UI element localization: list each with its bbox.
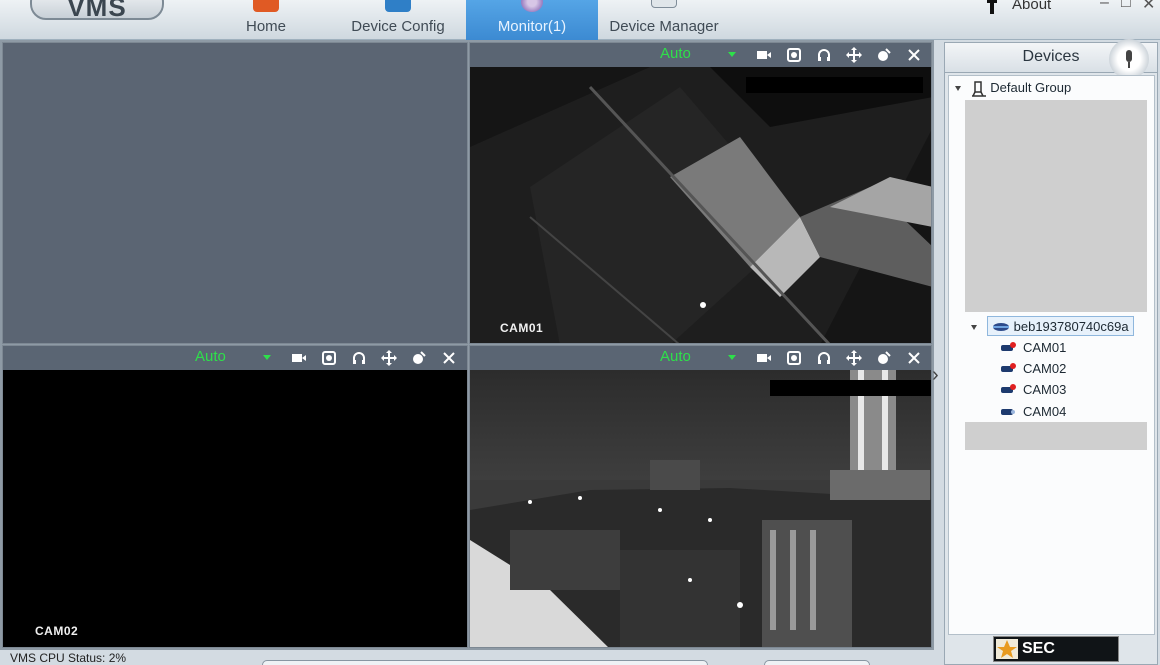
tree-device-label: beb193780740c69a	[1013, 319, 1129, 334]
about-button[interactable]: About	[984, 0, 1064, 16]
devices-title: Devices	[1022, 48, 1080, 65]
nav-monitor[interactable]: Monitor(1)	[466, 0, 598, 40]
device-manager-icon	[651, 0, 677, 8]
group-icon	[971, 80, 986, 97]
redaction-box	[770, 380, 931, 396]
maximize-button[interactable]: □	[1121, 0, 1131, 12]
status-field	[764, 660, 870, 665]
camera-icon	[1001, 342, 1016, 351]
status-bar: VMS CPU Status: 2%	[0, 650, 944, 665]
devices-panel-header: Devices	[945, 39, 1157, 79]
vms-app: VMS Home Device Config Monitor(1) Device…	[0, 0, 1160, 665]
expand-icon[interactable]	[955, 86, 961, 92]
video-view-bottom-left[interactable]: Auto CAM02	[2, 345, 468, 648]
quality-select[interactable]: Auto	[195, 348, 226, 365]
camera-overlay-label: CAM01	[500, 321, 544, 335]
watermark-label: SEC Consult	[1022, 640, 1082, 665]
tree-camera-item[interactable]: CAM01	[1001, 338, 1066, 358]
video-view-top-left[interactable]	[2, 42, 468, 344]
monitor-icon	[521, 0, 543, 12]
status-field	[262, 660, 708, 665]
nav-home-label: Home	[245, 18, 286, 35]
cpu-status: VMS CPU Status: 2%	[10, 651, 127, 665]
nav-home[interactable]: Home	[236, 0, 296, 40]
tree-group-label: Default Group	[990, 80, 1072, 95]
device-config-icon	[385, 0, 411, 12]
night-interior-feed	[470, 67, 931, 343]
tree-camera-item[interactable]: CAM02	[1001, 359, 1066, 379]
tree-group-default[interactable]: Default Group	[955, 78, 1071, 98]
devices-panel: Devices Default Group beb193780740c69a C…	[944, 39, 1158, 665]
star-icon	[996, 639, 1018, 659]
ptz-icon[interactable]	[846, 47, 862, 63]
close-window-button[interactable]: ✕	[1142, 0, 1155, 14]
video-toolbar: Auto	[3, 346, 467, 370]
nav-device-config-label: Device Config	[351, 18, 445, 35]
home-icon	[253, 0, 279, 12]
chevron-down-icon[interactable]	[728, 355, 736, 360]
camera-feed: CAM02	[3, 370, 467, 647]
nav-device-manager[interactable]: Device Manager	[602, 0, 726, 40]
video-toolbar: Auto	[470, 43, 931, 67]
camera-feed: CAM01	[470, 67, 931, 343]
microphone-icon[interactable]	[1109, 39, 1149, 79]
chevron-down-icon[interactable]	[728, 52, 736, 57]
close-icon[interactable]	[441, 350, 457, 366]
camera-overlay-label: CAM02	[35, 624, 79, 638]
quality-select[interactable]: Auto	[660, 348, 691, 365]
camera-icon	[1001, 384, 1016, 393]
camera-feed	[470, 370, 931, 647]
tree-camera-item[interactable]: CAM04	[1001, 402, 1066, 422]
snapshot-icon[interactable]	[786, 47, 802, 63]
about-label: About	[1012, 0, 1052, 13]
ptz-icon[interactable]	[381, 350, 397, 366]
close-icon[interactable]	[906, 47, 922, 63]
video-view-top-right[interactable]: Auto CAM01	[469, 42, 932, 344]
nav-monitor-label: Monitor(1)	[497, 18, 567, 35]
video-view-bottom-right[interactable]: Auto	[469, 345, 932, 648]
tree-device[interactable]: beb193780740c69a	[971, 316, 1153, 336]
top-nav-bar: VMS Home Device Config Monitor(1) Device…	[0, 0, 1160, 40]
snapshot-icon[interactable]	[321, 350, 337, 366]
tree-device-selected[interactable]: beb193780740c69a	[986, 316, 1134, 336]
group-placeholder	[965, 100, 1147, 312]
close-icon[interactable]	[906, 350, 922, 366]
redaction-box	[746, 77, 923, 93]
settings-icon[interactable]	[876, 350, 892, 366]
minimize-button[interactable]: –	[1100, 0, 1109, 12]
watermark-badge: SEC Consult	[993, 636, 1119, 665]
video-grid: Auto CAM01 Auto CAM02 Auto	[0, 40, 934, 650]
snapshot-icon[interactable]	[786, 350, 802, 366]
nav-device-config[interactable]: Device Config	[344, 0, 452, 40]
audio-icon[interactable]	[816, 47, 832, 63]
record-icon[interactable]	[756, 350, 772, 366]
tree-placeholder	[965, 422, 1147, 450]
device-icon	[992, 323, 1009, 331]
tree-camera-item[interactable]: CAM03	[1001, 380, 1066, 400]
device-tree: Default Group beb193780740c69a CAM01 CAM…	[948, 75, 1155, 635]
vms-logo: VMS	[30, 0, 164, 22]
expand-icon[interactable]	[971, 325, 977, 331]
quality-select[interactable]: Auto	[660, 45, 691, 62]
camera-icon	[1001, 363, 1016, 372]
collapse-panel-icon[interactable]: ›	[932, 365, 944, 387]
camera-icon	[1001, 409, 1015, 415]
ptz-icon[interactable]	[846, 350, 862, 366]
audio-icon[interactable]	[816, 350, 832, 366]
settings-icon[interactable]	[411, 350, 427, 366]
chevron-down-icon[interactable]	[263, 355, 271, 360]
nav-device-manager-label: Device Manager	[609, 18, 719, 35]
settings-icon[interactable]	[876, 47, 892, 63]
night-city-feed	[470, 370, 931, 647]
record-icon[interactable]	[756, 47, 772, 63]
audio-icon[interactable]	[351, 350, 367, 366]
video-toolbar: Auto	[470, 346, 931, 370]
record-icon[interactable]	[291, 350, 307, 366]
info-icon	[987, 0, 997, 14]
